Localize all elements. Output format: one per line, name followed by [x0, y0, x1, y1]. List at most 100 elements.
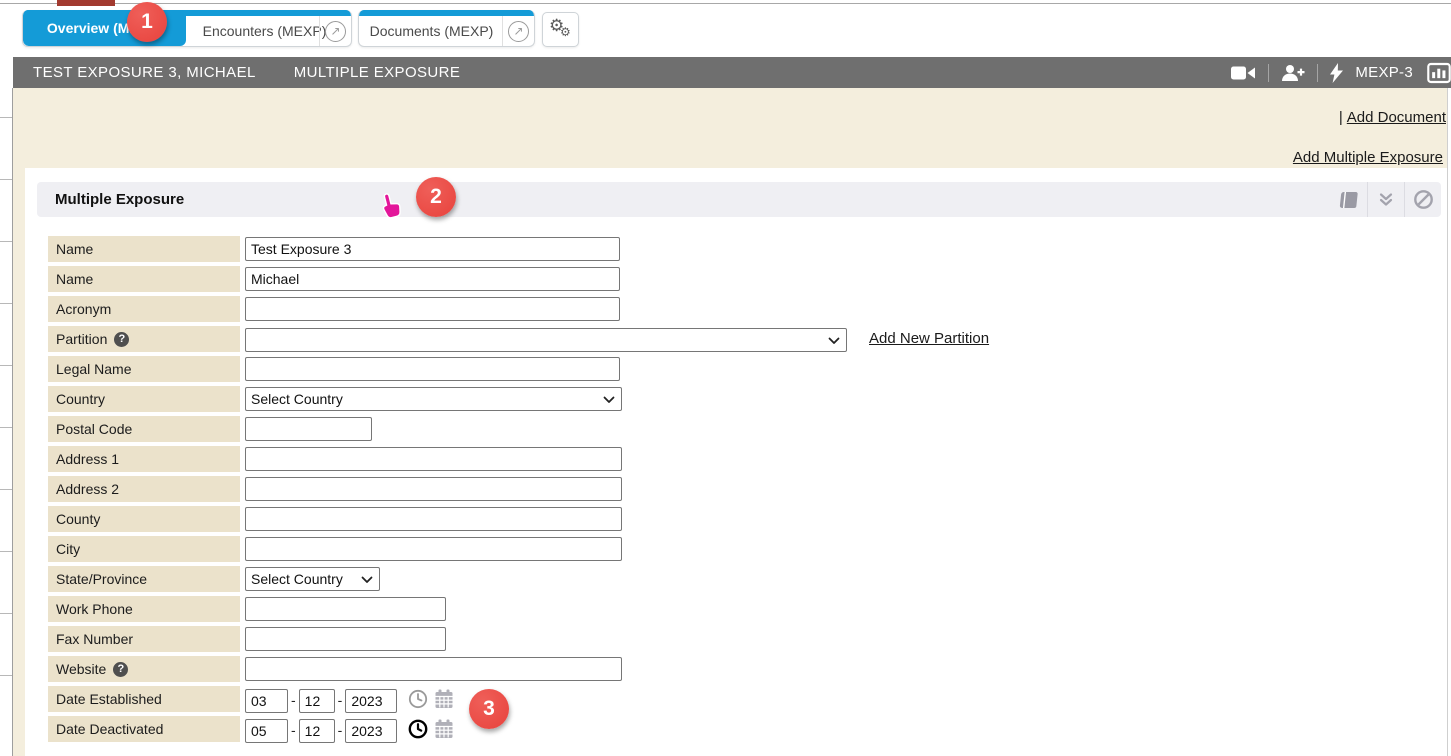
date-separator: - [338, 687, 343, 713]
date-separator: - [291, 687, 296, 713]
tab-settings-button[interactable]: ⚙ ⚙ [542, 12, 579, 47]
work-phone-input[interactable] [245, 597, 446, 621]
add-new-partition-link[interactable]: Add New Partition [869, 326, 989, 352]
add-multiple-exposure-link[interactable]: Add Multiple Exposure [1293, 149, 1443, 166]
audit-book-icon[interactable] [1331, 182, 1367, 217]
form-row-date-deactivated: Date Deactivated 05 - 12 - 2023 [48, 716, 989, 742]
field-label: Acronym [56, 301, 111, 317]
field-label: Legal Name [56, 361, 132, 377]
add-multiple-exposure-row: Add Multiple Exposure [1293, 149, 1443, 166]
divider [1317, 64, 1318, 82]
name-input[interactable]: Test Exposure 3 [245, 237, 620, 261]
form-row-fax-number: Fax Number [48, 626, 989, 652]
form-row-partition: Partition ? Add New Partition [48, 326, 989, 352]
time-picker-icon[interactable] [408, 719, 428, 744]
bar-chart-icon[interactable] [1427, 61, 1451, 85]
video-camera-icon[interactable] [1230, 65, 1256, 81]
postal-code-input[interactable] [245, 417, 372, 441]
partition-select[interactable] [245, 328, 847, 352]
record-id: MEXP-3 [1355, 64, 1413, 81]
legal-name-input[interactable] [245, 357, 620, 381]
tab-group-documents: Documents (MEXP) ↗ [358, 10, 535, 47]
help-icon[interactable]: ? [114, 332, 129, 347]
date-deactivated-month-input[interactable]: 05 [245, 719, 288, 743]
city-input[interactable] [245, 537, 622, 561]
section-title: Multiple Exposure [55, 191, 184, 208]
form-row-legal-name: Legal Name [48, 356, 989, 382]
field-label: County [56, 511, 100, 527]
tab-documents-label: Documents (MEXP) [370, 23, 494, 39]
right-gutter [1447, 88, 1451, 756]
chevron-down-icon [603, 396, 615, 404]
step-badge-1: 1 [127, 2, 167, 42]
divider [1268, 64, 1269, 82]
form-row-state-province: State/Province Select Country [48, 566, 989, 592]
add-document-link[interactable]: Add Document [1347, 109, 1446, 126]
date-deactivated-day-input[interactable]: 12 [299, 719, 335, 743]
date-established-day-input[interactable]: 12 [299, 689, 335, 713]
encounters-popout-button[interactable]: ↗ [319, 16, 351, 46]
field-label: Website [56, 661, 106, 677]
documents-popout-button[interactable]: ↗ [502, 16, 534, 46]
state-province-select[interactable]: Select Country [245, 567, 380, 591]
website-input[interactable] [245, 657, 622, 681]
chevron-down-icon [828, 337, 840, 345]
form-row-country: Country Select Country [48, 386, 989, 412]
form-row-address-2: Address 2 [48, 476, 989, 502]
form-row-address-1: Address 1 [48, 446, 989, 472]
record-name: TEST EXPOSURE 3, MICHAEL [33, 64, 256, 81]
date-separator: - [291, 717, 296, 743]
lightning-bolt-icon[interactable] [1330, 63, 1343, 83]
form-row-name-2: Name Michael [48, 266, 989, 292]
step-badge-2: 2 [416, 177, 456, 217]
calendar-icon[interactable] [434, 719, 454, 744]
tab-documents[interactable]: Documents (MEXP) [359, 16, 504, 46]
title-bar-actions: MEXP-3 [1230, 57, 1451, 88]
multiple-exposure-form: Name Test Exposure 3 Name Michael Acrony… [48, 236, 989, 746]
browser-tab-artifact [57, 0, 115, 6]
collapse-chevrons-icon[interactable] [1368, 182, 1404, 217]
time-picker-icon[interactable] [408, 689, 428, 714]
field-label: State/Province [56, 571, 147, 587]
record-title-bar: TEST EXPOSURE 3, MICHAEL MULTIPLE EXPOSU… [13, 57, 1451, 88]
add-person-icon[interactable] [1281, 64, 1305, 82]
hand-pointer-cursor [379, 191, 403, 226]
county-input[interactable] [245, 507, 622, 531]
address-2-input[interactable] [245, 477, 622, 501]
field-label: Fax Number [56, 631, 133, 647]
field-label: Work Phone [56, 601, 133, 617]
fax-number-input[interactable] [245, 627, 446, 651]
form-row-website: Website ? [48, 656, 989, 682]
add-document-row: |Add Document [1339, 109, 1446, 126]
field-label: Name [56, 241, 93, 257]
help-icon[interactable]: ? [113, 662, 128, 677]
date-established-year-input[interactable]: 2023 [345, 689, 397, 713]
chevron-down-icon [361, 576, 373, 584]
field-label: Postal Code [56, 421, 132, 437]
disable-slash-icon[interactable] [1405, 182, 1441, 217]
field-label: Name [56, 271, 93, 287]
form-row-city: City [48, 536, 989, 562]
address-1-input[interactable] [245, 447, 622, 471]
calendar-icon[interactable] [434, 689, 454, 714]
gear-icon: ⚙ [560, 25, 571, 39]
step-badge-3: 3 [469, 689, 509, 729]
form-row-postal-code: Postal Code [48, 416, 989, 442]
field-label: Address 1 [56, 451, 119, 467]
field-label: Date Established [56, 691, 162, 707]
field-label: Date Deactivated [56, 721, 163, 737]
name-2-input[interactable]: Michael [245, 267, 620, 291]
field-label: City [56, 541, 80, 557]
form-row-county: County [48, 506, 989, 532]
date-established-month-input[interactable]: 03 [245, 689, 288, 713]
tab-bar: Overview (MEXP) Encounters (MEXP) ↗ Docu… [0, 10, 1451, 57]
country-select[interactable]: Select Country [245, 387, 622, 411]
browser-chrome-edge [0, 0, 1451, 10]
section-header-actions [1331, 182, 1441, 217]
acronym-input[interactable] [245, 297, 620, 321]
field-label: Country [56, 391, 105, 407]
form-row-work-phone: Work Phone [48, 596, 989, 622]
popout-arrow-icon: ↗ [508, 21, 529, 42]
date-deactivated-year-input[interactable]: 2023 [345, 719, 397, 743]
tab-encounters-label: Encounters (MEXP) [203, 23, 327, 39]
